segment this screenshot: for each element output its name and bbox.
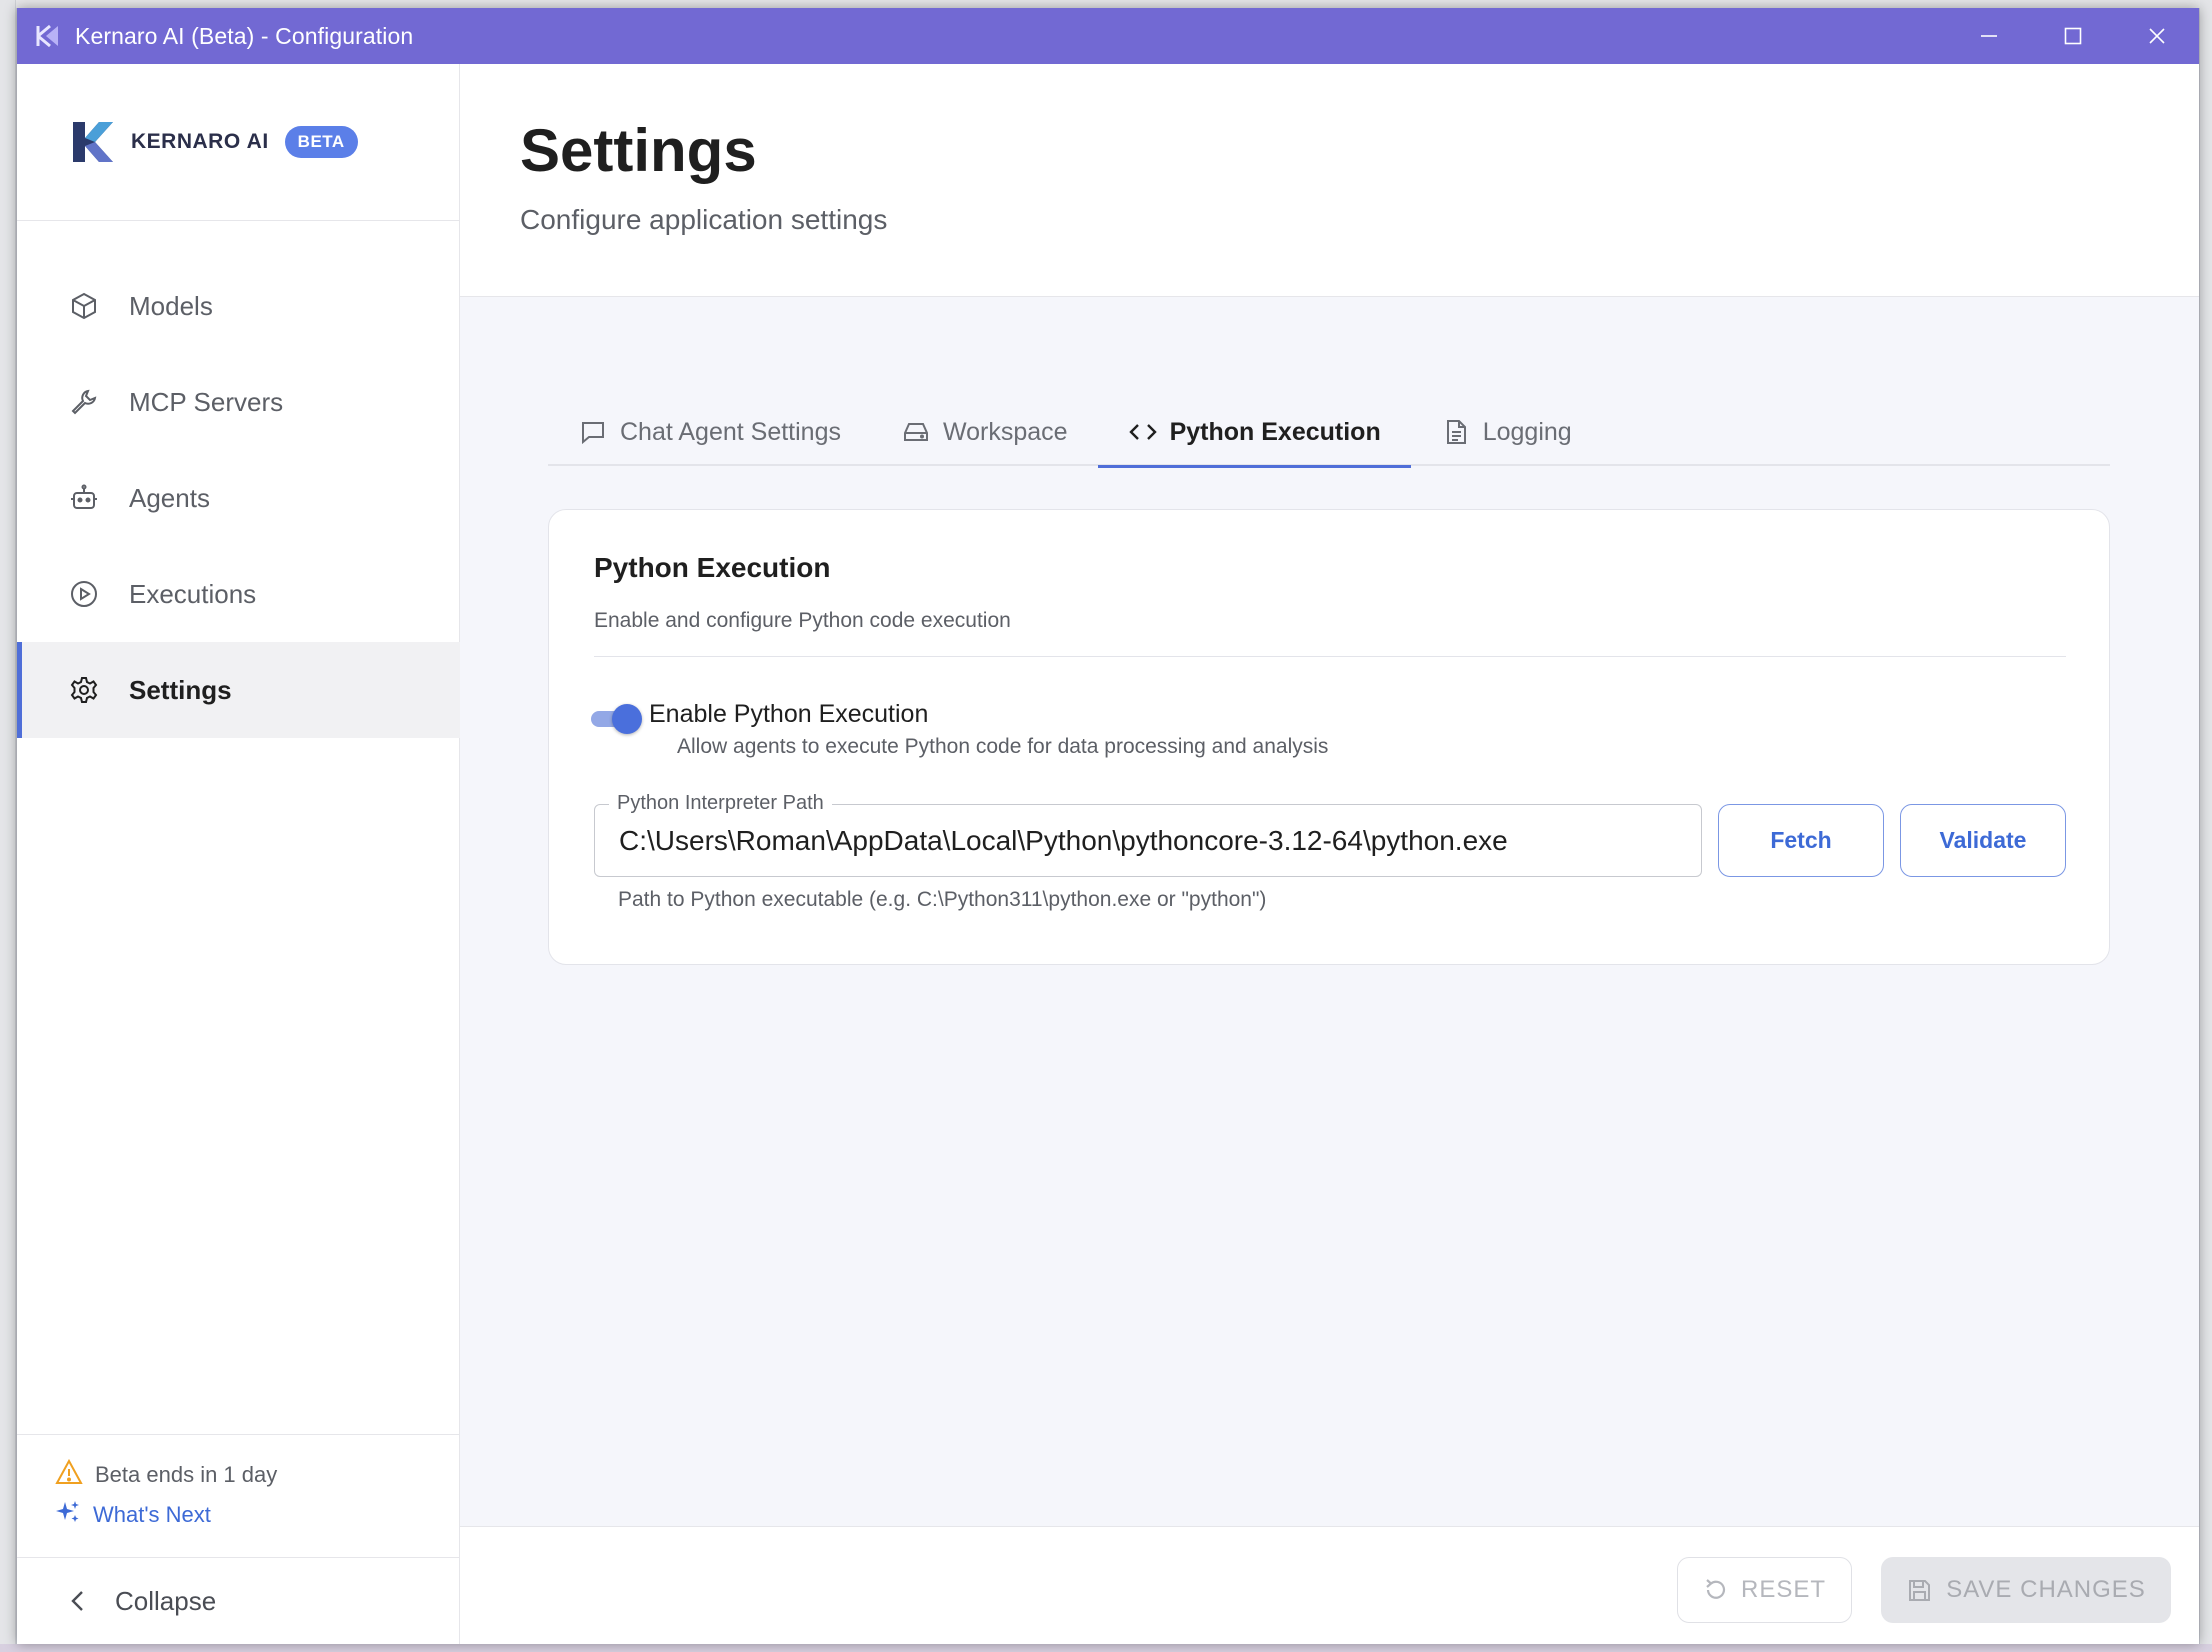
- page-subtitle: Configure application settings: [520, 204, 888, 235]
- sidebar-item-settings[interactable]: Settings: [17, 642, 460, 738]
- brand-header: KERNARO AI BETA: [17, 64, 460, 221]
- card-description: Enable and configure Python code executi…: [594, 609, 1011, 632]
- collapse-button[interactable]: Collapse: [17, 1558, 460, 1644]
- interpreter-path-label: Python Interpreter Path: [609, 792, 832, 815]
- desktop-background-bottom: [0, 1644, 2212, 1652]
- kernaro-logo-icon: [65, 114, 121, 170]
- reset-icon: [1703, 1577, 1729, 1603]
- beta-notice: Beta ends in 1 day: [55, 1458, 278, 1490]
- whats-next-link[interactable]: What's Next: [55, 1499, 211, 1530]
- sidebar-item-label: Models: [129, 290, 213, 321]
- brand-wordmark: KERNARO AI: [131, 130, 269, 154]
- toggle-description: Allow agents to execute Python code for …: [677, 735, 1329, 758]
- app-window: Kernaro AI (Beta) - Configuration KERNAR…: [17, 8, 2199, 1644]
- page-header: Settings Configure application settings: [460, 64, 2199, 297]
- card-title: Python Execution: [594, 552, 831, 583]
- title-bar[interactable]: Kernaro AI (Beta) - Configuration: [17, 8, 2199, 64]
- brand-ai: AI: [246, 130, 269, 153]
- app-logo-icon: [31, 19, 65, 53]
- sidebar-item-agents[interactable]: Agents: [17, 450, 460, 546]
- sidebar-item-label: Executions: [129, 578, 257, 609]
- window-controls: [1947, 8, 2199, 64]
- reset-button[interactable]: RESET: [1677, 1557, 1852, 1623]
- chat-icon: [578, 417, 608, 447]
- enable-python-toggle[interactable]: [589, 702, 643, 734]
- desktop-background-top: [0, 0, 2212, 8]
- gear-icon: [67, 673, 101, 707]
- chevron-left-icon: [63, 1586, 93, 1616]
- warning-icon: [55, 1458, 83, 1490]
- page-title: Settings: [520, 117, 757, 184]
- window-title: Kernaro AI (Beta) - Configuration: [75, 22, 414, 49]
- sidebar-item-models[interactable]: Models: [17, 258, 460, 354]
- tab-logging[interactable]: Logging: [1411, 398, 1602, 466]
- interpreter-path-help: Path to Python executable (e.g. C:\Pytho…: [618, 888, 1267, 911]
- tab-label: Chat Agent Settings: [620, 417, 841, 446]
- maximize-button[interactable]: [2031, 8, 2115, 64]
- enable-python-row: Enable Python Execution Allow agents to …: [589, 700, 1328, 759]
- desktop-background-right: [2200, 0, 2212, 1652]
- sidebar-item-label: Agents: [129, 482, 210, 513]
- python-execution-card: Python Execution Enable and configure Py…: [548, 509, 2110, 965]
- save-icon: [1906, 1577, 1932, 1603]
- tab-python-execution[interactable]: Python Execution: [1097, 398, 1411, 468]
- code-icon: [1128, 417, 1158, 447]
- sidebar-item-label: MCP Servers: [129, 386, 284, 417]
- tab-chat-agent-settings[interactable]: Chat Agent Settings: [548, 398, 871, 466]
- sidebar-item-label: Settings: [129, 674, 232, 705]
- sidebar: KERNARO AI BETA Models MCP Servers Agent…: [17, 64, 460, 1644]
- brand-name: KERNARO: [131, 130, 241, 153]
- settings-tabs: Chat Agent Settings Workspace Python Exe…: [548, 398, 2110, 468]
- tab-workspace[interactable]: Workspace: [871, 398, 1098, 466]
- collapse-label: Collapse: [115, 1585, 217, 1616]
- card-divider: [594, 656, 2066, 657]
- main-content: Settings Configure application settings …: [460, 64, 2199, 1644]
- toggle-label: Enable Python Execution: [649, 700, 929, 728]
- save-changes-button[interactable]: SAVE CHANGES: [1881, 1557, 2171, 1623]
- tab-label: Logging: [1482, 417, 1572, 446]
- sidebar-nav: Models MCP Servers Agents Executions Set…: [17, 258, 460, 738]
- tab-label: Workspace: [942, 417, 1068, 446]
- beta-badge: BETA: [284, 126, 358, 158]
- play-circle-icon: [67, 577, 101, 611]
- sidebar-footer: Beta ends in 1 day What's Next: [17, 1434, 460, 1558]
- toggle-knob: [612, 704, 642, 734]
- beta-notice-text: Beta ends in 1 day: [95, 1461, 278, 1487]
- reset-label: RESET: [1740, 1576, 1826, 1603]
- interpreter-path-input[interactable]: [619, 821, 1679, 861]
- robot-icon: [67, 481, 101, 515]
- close-button[interactable]: [2115, 8, 2199, 64]
- save-changes-label: SAVE CHANGES: [1946, 1576, 2146, 1603]
- minimize-button[interactable]: [1947, 8, 2031, 64]
- sidebar-item-executions[interactable]: Executions: [17, 546, 460, 642]
- minimize-icon: [1981, 35, 1997, 37]
- close-icon: [2149, 28, 2165, 44]
- validate-button[interactable]: Validate: [1900, 804, 2066, 877]
- action-footer: RESET SAVE CHANGES: [460, 1526, 2199, 1644]
- tab-label: Python Execution: [1169, 417, 1381, 446]
- toggle-text: Enable Python Execution Allow agents to …: [649, 700, 1328, 759]
- sidebar-item-mcp-servers[interactable]: MCP Servers: [17, 354, 460, 450]
- fetch-button[interactable]: Fetch: [1718, 804, 1884, 877]
- whats-next-text: What's Next: [93, 1501, 211, 1527]
- document-icon: [1441, 417, 1471, 447]
- drive-icon: [901, 417, 931, 447]
- wrench-icon: [67, 385, 101, 419]
- desktop-background-left: [0, 0, 16, 1652]
- cube-icon: [67, 289, 101, 323]
- maximize-icon: [2064, 27, 2082, 45]
- sparkle-icon: [55, 1499, 81, 1530]
- interpreter-path-field: Python Interpreter Path: [594, 792, 1702, 877]
